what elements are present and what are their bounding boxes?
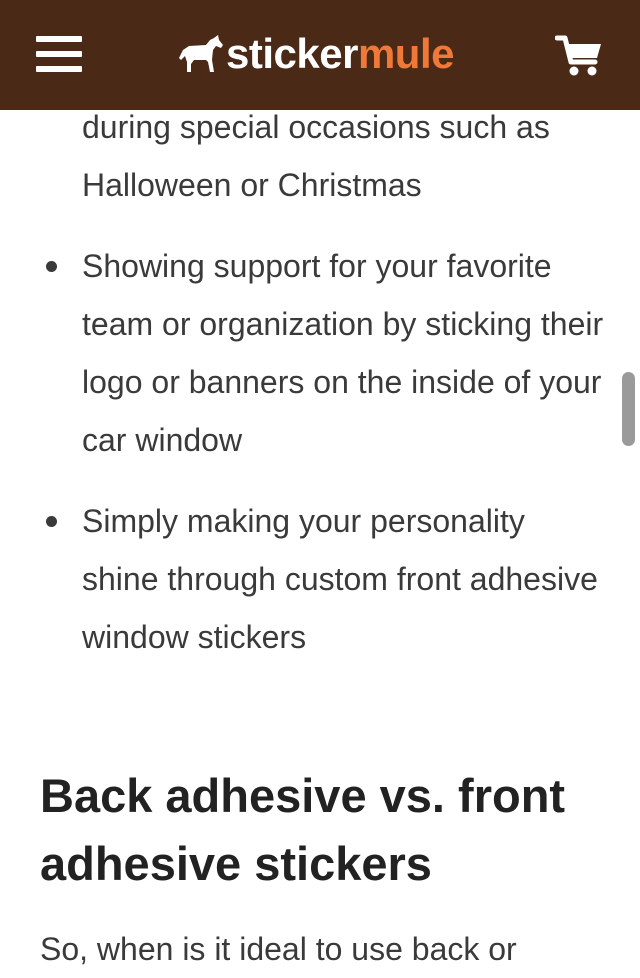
paragraph-text: So, when is it ideal to use back or — [40, 931, 517, 967]
list-item-text: Showing support for your favorite team o… — [82, 248, 604, 458]
list-item: Simply making your personality shine thr… — [0, 492, 640, 666]
section-heading: Back adhesive vs. front adhesive sticker… — [40, 769, 566, 890]
hamburger-menu-icon — [36, 36, 82, 72]
site-header: stickermule — [0, 0, 640, 110]
list-item: during special occasions such as Hallowe… — [0, 98, 640, 214]
bullet-dot — [46, 261, 57, 272]
list-item: Showing support for your favorite team o… — [0, 237, 640, 469]
list-item-text: during special occasions such as Hallowe… — [82, 109, 550, 203]
mule-logo-icon — [179, 35, 223, 72]
logo-wordmark: stickermule — [226, 33, 454, 75]
list-item-text: Simply making your personality shine thr… — [82, 503, 598, 655]
menu-button[interactable] — [28, 26, 90, 82]
logo-word-mule: mule — [357, 30, 455, 77]
cart-button[interactable] — [548, 28, 610, 84]
bullet-list: during special occasions such as Hallowe… — [0, 98, 640, 689]
article-content: during special occasions such as Hallowe… — [0, 0, 640, 967]
scrollbar-thumb[interactable] — [622, 372, 635, 446]
bullet-dot — [46, 516, 57, 527]
stickermule-logo[interactable]: stickermule — [178, 26, 454, 82]
logo-word-sticker: sticker — [226, 30, 358, 77]
shopping-cart-icon — [555, 35, 601, 76]
